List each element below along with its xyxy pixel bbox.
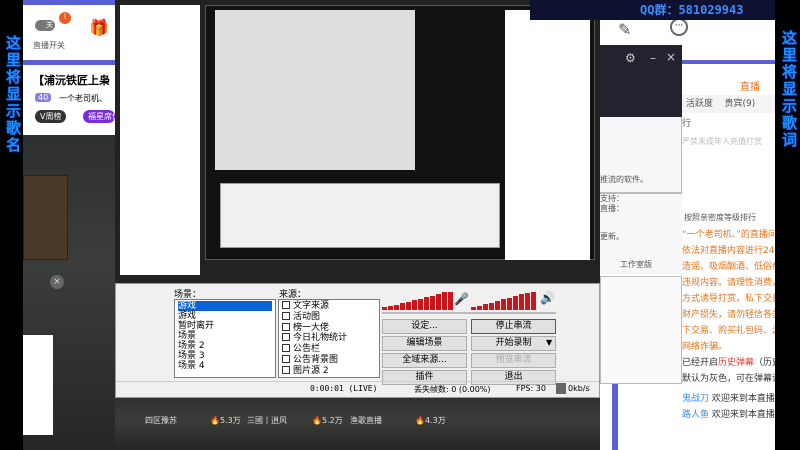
streamer-name[interactable]: 一个老司机、 [59, 93, 107, 104]
source-item[interactable]: 公告背景图 [282, 354, 376, 366]
scene-item[interactable]: 游戏 [178, 311, 272, 321]
qq-group-label: QQ群：581029943 [530, 0, 775, 20]
scene-item[interactable]: 暂时离开 [178, 321, 272, 331]
source-item[interactable]: 今日礼物统计 [282, 333, 376, 344]
stream-name[interactable]: 四区豫苏 [145, 415, 177, 426]
source-item[interactable]: 文字来源 [282, 301, 376, 312]
bitrate-readout: 0kb/s [568, 384, 590, 393]
stream-name[interactable]: 渔歌直播 [350, 415, 382, 426]
scene-item[interactable]: 场景 2 [178, 341, 272, 351]
exit-button[interactable]: 退出 [471, 370, 556, 385]
lyrics-label: 这里将显示歌词 [780, 30, 798, 149]
fans-button[interactable]: 福星席位 [83, 110, 115, 123]
live-label[interactable]: 直播 [740, 78, 760, 93]
stream-heat: 🔥4.3万 [415, 416, 446, 425]
settings-button[interactable]: 设定... [382, 319, 467, 334]
fps-readout: FPS: 30 [516, 384, 546, 393]
left-stream-page: 关 ! 直播开关 🎁 【浦沅铁匠上枭 40 一个老司机、 V周榜 福星席位 × [23, 0, 115, 450]
studio-edition-label: 工作室版 [620, 260, 652, 269]
obs-preview [115, 0, 600, 283]
gift-icon[interactable]: 🎁 [89, 18, 109, 37]
mic-meter [382, 292, 453, 310]
dropped-frames: 丢失帧数: 0 (0.00%) [414, 385, 491, 394]
source-item[interactable]: 榜一大佬 [282, 322, 376, 334]
chat-message: 路人鱼 欢迎来到本直播间 [682, 410, 775, 420]
gear-icon[interactable]: ⚙ [625, 51, 636, 65]
scene-item[interactable]: 场景 4 [178, 361, 272, 371]
start-record-button[interactable]: 开始录制 [471, 336, 556, 351]
right-chat-page: ✎ ··· 直播 活跃度 贵宾(9) 行 严禁未成年人充值打赏 按照亲密度等级排… [600, 0, 775, 450]
source-item[interactable]: 活动图 [282, 311, 376, 323]
activity-tab[interactable]: 活跃度 贵宾(9) [682, 95, 775, 113]
live-toggle-label: 直播开关 [33, 41, 65, 50]
preview-stream-button[interactable]: 预览串流 [471, 353, 556, 368]
microphone-icon[interactable]: 🎤 [454, 292, 469, 306]
dropdown-arrow-icon[interactable]: ▼ [546, 338, 552, 347]
source-item[interactable]: 公告栏 [282, 344, 376, 355]
overlay-window-header: ⚙ – × [600, 45, 682, 117]
source-item[interactable]: 图片源 2 [282, 365, 376, 377]
edit-icon[interactable]: ✎ [618, 20, 631, 39]
edit-scene-button[interactable]: 编辑场景 [382, 336, 467, 351]
history-danmaku-link[interactable]: 历史弹幕 [718, 358, 754, 368]
plugins-button[interactable]: 插件 [382, 370, 467, 385]
scene-item[interactable]: 游戏 [178, 301, 272, 311]
scene-item[interactable]: 场景 3 [178, 351, 272, 361]
stream-time: 0:00:01 (LIVE) [310, 384, 378, 393]
scenes-list[interactable]: 游戏 游戏 暂时离开 场景 场景 2 场景 3 场景 4 [174, 299, 276, 378]
game-video: × [23, 135, 115, 450]
stream-list-strip: 四区豫苏 🔥5.3万 三國丨逍风 🔥5.2万 渔歌直播 🔥4.3万 [115, 398, 600, 450]
volume-slider[interactable] [382, 312, 556, 314]
song-title-label: 这里将显示歌名 [4, 35, 22, 154]
more-icon[interactable]: ··· [670, 18, 688, 36]
close-icon[interactable]: × [666, 50, 676, 64]
vip-rank-button[interactable]: V周榜 [35, 110, 67, 123]
speaker-icon[interactable]: 🔊 [540, 291, 555, 305]
obs-window: 场景： 游戏 游戏 暂时离开 场景 场景 2 场景 3 场景 4 来源： 文字来… [115, 283, 600, 398]
notify-badge: ! [59, 12, 71, 24]
global-sources-button[interactable]: 全域来源... [382, 353, 467, 368]
speaker-meter [471, 292, 536, 310]
room-title: 【浦沅铁匠上枭 [33, 74, 110, 87]
close-icon[interactable]: × [50, 275, 64, 289]
sources-list[interactable]: 文字来源 活动图 榜一大佬 今日礼物统计 公告栏 公告背景图 图片源 2 [278, 299, 380, 378]
chat-message: 鬼战刀 欢迎来到本直播间 [682, 394, 775, 404]
minimize-icon[interactable]: – [650, 51, 656, 65]
stream-name[interactable]: 三國丨逍风 [247, 415, 287, 426]
level-badge: 40 [35, 93, 52, 102]
live-toggle[interactable]: 关 [35, 20, 55, 31]
stream-heat: 🔥5.2万 [312, 416, 343, 425]
stream-heat: 🔥5.3万 [210, 416, 241, 425]
minor-notice: 严禁未成年人充值打赏 [682, 137, 762, 146]
stop-stream-button[interactable]: 停止串流 [471, 319, 556, 334]
scene-item[interactable]: 场景 [178, 331, 272, 341]
